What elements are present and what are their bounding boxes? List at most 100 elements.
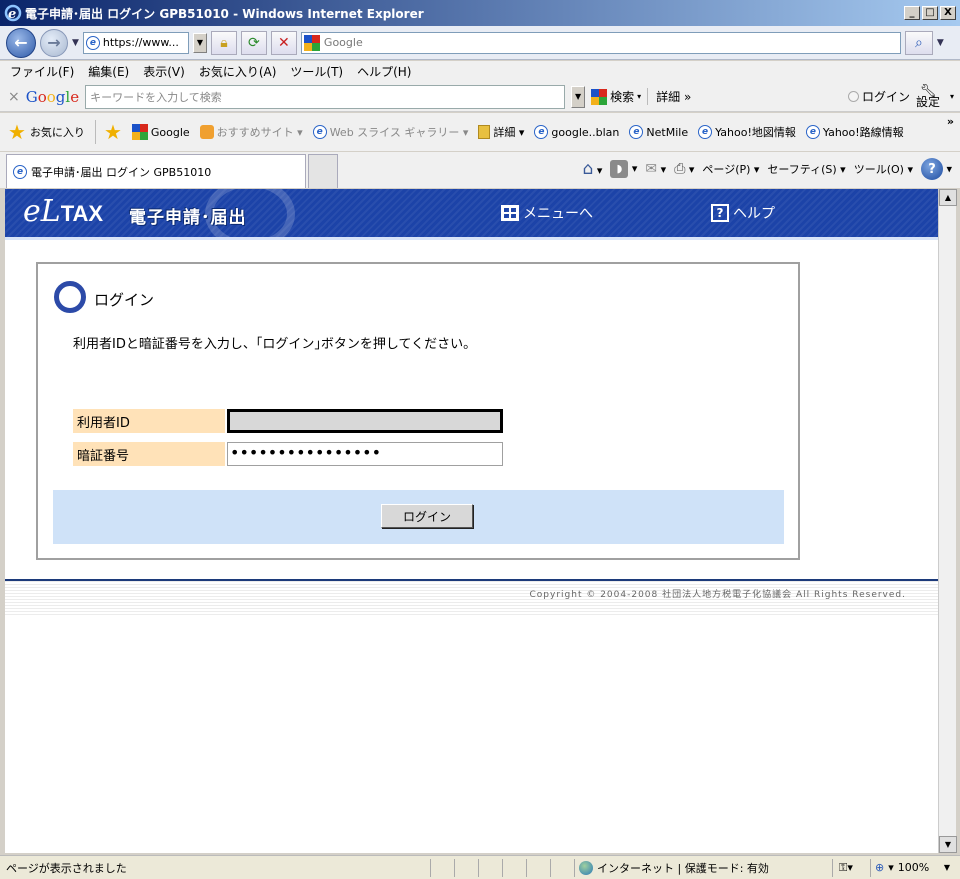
- fav-item-folder[interactable]: 詳細 ▾: [478, 124, 524, 140]
- user-id-label: 利用者ID: [73, 409, 225, 433]
- page-menu-button[interactable]: ページ(P) ▾: [702, 161, 759, 177]
- google-logo-letter: o: [37, 87, 47, 106]
- eltax-logo: eLTAX: [23, 197, 103, 229]
- status-cell: [502, 858, 526, 877]
- favorites-overflow-icon[interactable]: »: [947, 115, 954, 128]
- favorites-bar: ★ お気に入り ★ Google おすすめサイト ▾ e Web スライス ギャ…: [0, 113, 960, 151]
- search-input[interactable]: Google: [300, 31, 901, 54]
- menu-help[interactable]: ヘルプ(H): [357, 63, 411, 80]
- search-options-icon[interactable]: ▼: [937, 38, 944, 48]
- settings-dropdown-icon[interactable]: ▾: [950, 92, 954, 101]
- copyright-text: Copyright © 2004-2008 社団法人地方税電子化協議会 All …: [529, 590, 906, 600]
- print-button[interactable]: ⎙ ▾: [674, 161, 694, 177]
- mail-button[interactable]: ✉ ▾: [645, 161, 666, 177]
- google-icon: [591, 88, 608, 105]
- minimize-button[interactable]: _: [904, 6, 920, 20]
- fav-item-yahoo-map[interactable]: e Yahoo!地図情報: [698, 124, 796, 140]
- google-settings-label: 設定: [915, 94, 940, 109]
- google-search-label: 検索: [610, 90, 635, 104]
- history-dropdown-icon[interactable]: ▼: [72, 38, 79, 48]
- forward-button[interactable]: →: [40, 28, 68, 57]
- printer-icon: ⎙: [674, 161, 686, 177]
- fav-item-google-blan[interactable]: e google..blan: [534, 125, 619, 139]
- home-icon: ⌂: [582, 159, 594, 179]
- header-underline: [5, 237, 938, 240]
- page-ie-icon: e: [85, 35, 100, 50]
- new-tab-button[interactable]: [308, 154, 338, 188]
- close-button[interactable]: X: [940, 6, 956, 20]
- google-search-button[interactable]: 検索 ▾: [591, 88, 641, 105]
- menu-link-label: メニューへ: [523, 206, 593, 222]
- back-arrow-icon: ←: [14, 33, 28, 52]
- title-bar: e 電子申請･届出 ログイン GPB51010 - Windows Intern…: [0, 0, 960, 26]
- fav-item-label: google..blan: [551, 125, 620, 139]
- refresh-button[interactable]: ⟳: [240, 30, 267, 55]
- menu-edit[interactable]: 編集(E): [88, 63, 129, 80]
- security-zone[interactable]: インターネット | 保護モード: 有効: [574, 858, 832, 877]
- google-login-label: ログイン: [861, 90, 910, 104]
- safety-menu-button[interactable]: セーフティ(S) ▾: [767, 161, 845, 177]
- fav-item-web-slice[interactable]: e Web スライス ギャラリー ▾: [312, 124, 468, 140]
- tab-title: 電子申請･届出 ログイン GPB51010: [31, 165, 212, 179]
- google-more-button[interactable]: 詳細 »: [647, 88, 691, 105]
- address-dropdown-icon[interactable]: ▼: [192, 32, 207, 53]
- fav-item-netmile[interactable]: e NetMile: [629, 125, 688, 139]
- menu-view[interactable]: 表示(V): [143, 63, 185, 80]
- menu-link[interactable]: メニューへ: [501, 203, 593, 223]
- footer: Copyright © 2004-2008 社団法人地方税電子化協議会 All …: [5, 581, 938, 617]
- star-icon: ★: [8, 120, 26, 144]
- zoom-control[interactable]: ⊕ ▾ 100% ▼: [870, 858, 950, 877]
- back-button[interactable]: ←: [6, 27, 36, 58]
- stop-button[interactable]: ✕: [270, 30, 297, 55]
- status-bar: ページが表示されました インターネット | 保護モード: 有効 ⚿ ▾ ⊕ ▾ 10…: [0, 855, 960, 879]
- scroll-up-icon[interactable]: ▲: [939, 189, 957, 206]
- tools-menu-button[interactable]: ツール(O) ▾: [854, 161, 913, 177]
- search-button[interactable]: ⌕: [904, 30, 933, 55]
- google-toolbar: × Google キーワードを入力して検索 ▼ 検索 ▾ 詳細 » ログイン 🔧…: [0, 82, 960, 112]
- zoom-icon: ⊕: [875, 861, 885, 874]
- user-id-input[interactable]: [227, 409, 503, 433]
- window-title: 電子申請･届出 ログイン GPB51010 - Windows Internet…: [25, 6, 424, 21]
- status-cell: [454, 858, 478, 877]
- address-bar[interactable]: e https://www...: [82, 31, 189, 54]
- google-search-dropdown-icon[interactable]: ▼: [571, 85, 586, 108]
- ie-page-icon: e: [534, 125, 549, 139]
- menu-file[interactable]: ファイル(F): [10, 63, 74, 80]
- forward-arrow-icon: →: [47, 33, 61, 52]
- login-button[interactable]: ログイン: [381, 504, 473, 528]
- home-button[interactable]: ⌂ ▾: [583, 159, 603, 179]
- lock-shield-icon: ⚿: [839, 860, 848, 874]
- lock-button[interactable]: 🔒︎: [210, 30, 237, 55]
- maximize-button[interactable]: □: [922, 6, 938, 20]
- fav-item-label: Yahoo!地図情報: [715, 126, 796, 139]
- google-logo: Google: [26, 88, 79, 106]
- add-favorite-icon[interactable]: ★: [94, 120, 122, 144]
- fav-item-google[interactable]: Google: [131, 124, 190, 140]
- menu-bar: ファイル(F) 編集(E) 表示(V) お気に入り(A) ツール(T) ヘルプ(…: [0, 61, 960, 82]
- favorites-button[interactable]: ★ お気に入り: [8, 122, 85, 142]
- folder-icon: [478, 125, 491, 139]
- menu-tools[interactable]: ツール(T): [290, 63, 343, 80]
- status-cell: [478, 858, 502, 877]
- menu-grid-icon: [501, 205, 519, 221]
- fav-item-recommended[interactable]: おすすめサイト ▾: [199, 124, 303, 140]
- help-button[interactable]: ? ▾: [920, 158, 952, 180]
- protected-mode-button[interactable]: ⚿ ▾: [832, 858, 870, 877]
- menu-favorites[interactable]: お気に入り(A): [199, 63, 277, 80]
- radio-icon: [847, 91, 859, 102]
- rss-icon: ◗: [610, 160, 629, 178]
- fav-item-label: おすすめサイト ▾: [216, 126, 303, 139]
- tab-eltax-login[interactable]: e 電子申請･届出 ログイン GPB51010: [6, 154, 306, 188]
- google-login-button[interactable]: ログイン: [847, 88, 910, 105]
- google-settings-button[interactable]: 🔧︎ 設定: [915, 85, 940, 109]
- google-toolbar-close-button[interactable]: ×: [8, 89, 20, 105]
- zoom-level: 100%: [897, 861, 930, 874]
- login-description: 利用者IDと暗証番号を入力し、｢ログイン｣ボタンを押してください。: [73, 337, 477, 352]
- vertical-scrollbar[interactable]: ▲ ▼: [938, 189, 957, 853]
- feeds-button[interactable]: ◗ ▾: [610, 160, 637, 178]
- help-link[interactable]: ? ヘルプ: [711, 203, 775, 223]
- scroll-down-icon[interactable]: ▼: [939, 836, 957, 853]
- fav-item-yahoo-route[interactable]: e Yahoo!路線情報: [805, 124, 904, 140]
- google-search-input[interactable]: キーワードを入力して検索: [85, 84, 566, 109]
- password-input[interactable]: ••••••••••••••••: [227, 442, 503, 466]
